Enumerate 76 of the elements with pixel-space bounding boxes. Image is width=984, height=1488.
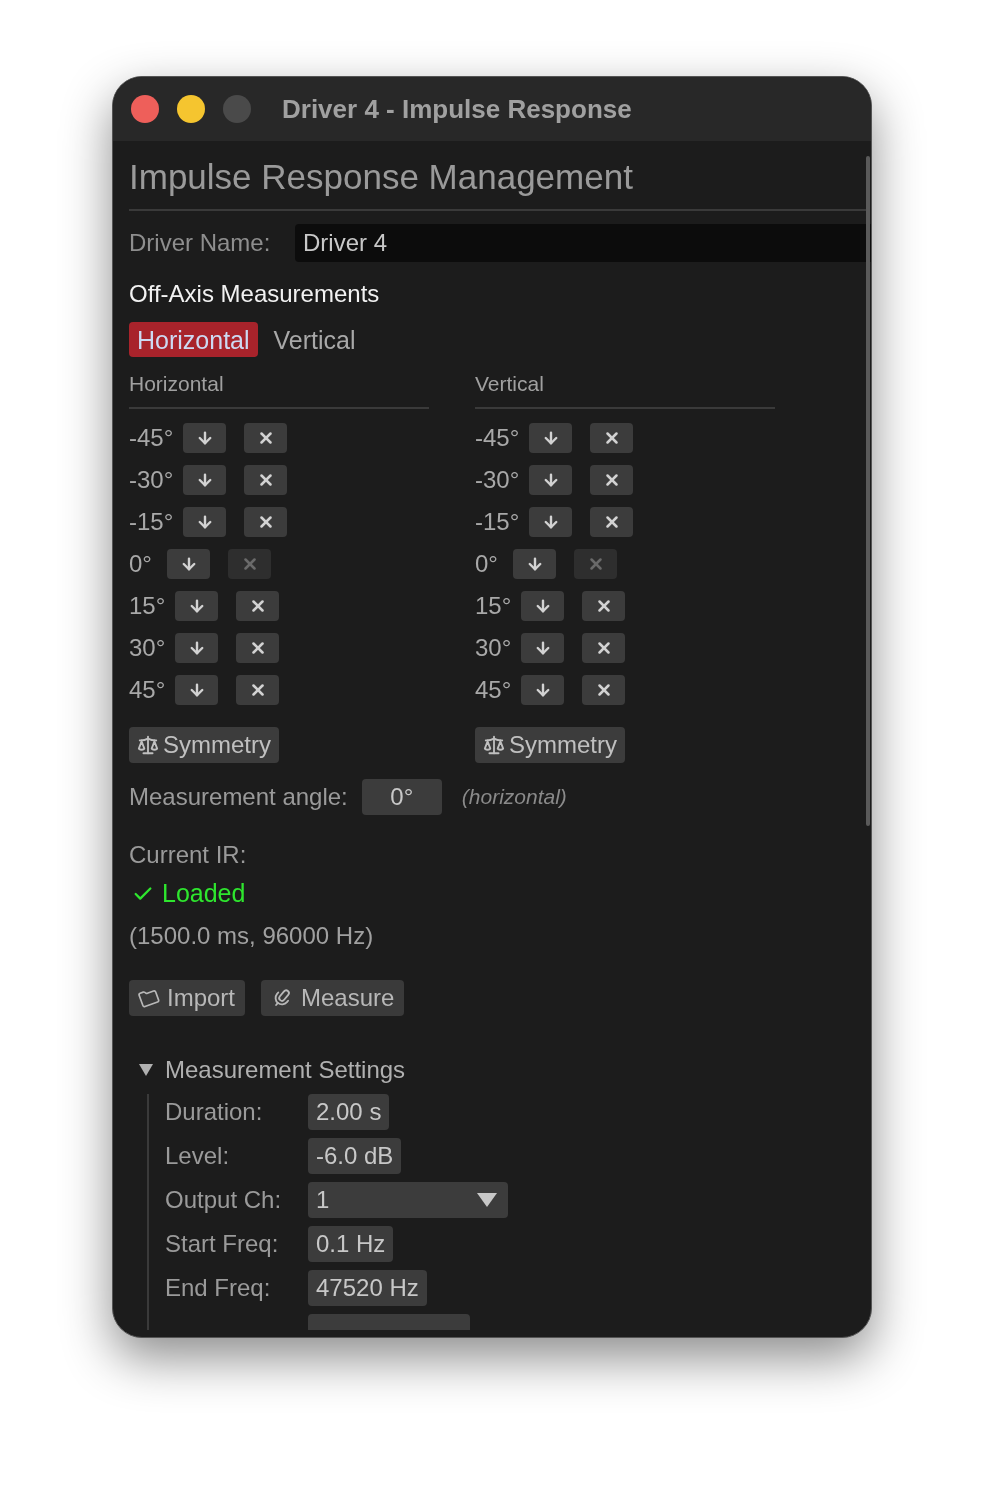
delete-button[interactable] — [590, 465, 634, 495]
dropdown-value: 1 — [316, 1185, 330, 1215]
field-label: Level: — [165, 1141, 231, 1171]
angle-label: -30° — [129, 465, 174, 495]
delete-button[interactable] — [244, 507, 288, 537]
import-button[interactable] — [529, 465, 573, 495]
delete-button[interactable] — [236, 675, 280, 705]
import-button[interactable] — [183, 423, 227, 453]
field-label: Start Freq: — [165, 1229, 280, 1259]
import-button[interactable] — [183, 465, 227, 495]
dropdown-arrow-icon — [477, 1193, 497, 1207]
window-title: Driver 4 - Impulse Response — [282, 92, 632, 126]
angle-label: 30° — [129, 633, 166, 663]
delete-button[interactable] — [236, 633, 280, 663]
field-label: Duration: — [165, 1097, 264, 1127]
import-button[interactable] — [521, 675, 565, 705]
angle-label: 0° — [129, 549, 153, 579]
status-text: Loaded — [162, 878, 246, 910]
angle-label: 45° — [129, 675, 166, 705]
delete-button[interactable] — [236, 591, 280, 621]
orientation-note: (horizontal) — [461, 784, 567, 811]
delete-button[interactable] — [590, 507, 634, 537]
symmetry-button[interactable]: Symmetry — [129, 727, 279, 763]
import-button[interactable] — [529, 423, 573, 453]
measure-button[interactable]: Measure — [261, 980, 405, 1016]
minimize-button[interactable] — [177, 95, 205, 123]
scale-icon — [483, 734, 505, 756]
output-channel-dropdown[interactable]: 1 — [308, 1182, 508, 1218]
scale-icon — [137, 734, 159, 756]
angle-label: -45° — [129, 423, 174, 453]
value-field[interactable]: 0.1 Hz — [308, 1226, 394, 1262]
import-button[interactable] — [521, 591, 565, 621]
settings-header[interactable]: Measurement Settings — [139, 1052, 406, 1088]
angle-label: 30° — [475, 633, 512, 663]
import-button[interactable] — [529, 507, 573, 537]
angle-label: 45° — [475, 675, 512, 705]
import-button[interactable] — [175, 633, 219, 663]
angle-label: -15° — [475, 507, 520, 537]
delete-button[interactable] — [582, 633, 626, 663]
import-button[interactable] — [183, 507, 227, 537]
page-heading: Impulse Response Management — [129, 156, 634, 198]
angle-label: -30° — [475, 465, 520, 495]
import-button[interactable]: Import — [129, 980, 245, 1016]
angle-label: -45° — [475, 423, 520, 453]
field-label: Output Ch: — [165, 1185, 283, 1215]
driver-name-field[interactable]: Driver 4 — [295, 224, 871, 262]
angle-label: 15° — [475, 591, 512, 621]
field-label: Driver Name: — [129, 228, 272, 258]
import-button[interactable] — [175, 591, 219, 621]
import-button[interactable] — [167, 549, 210, 579]
angle-label: 15° — [129, 591, 166, 621]
delete-button[interactable] — [582, 591, 626, 621]
angle-label: -15° — [129, 507, 174, 537]
value-field[interactable]: -6.0 dB — [308, 1138, 402, 1174]
delete-button[interactable] — [244, 465, 288, 495]
import-button[interactable] — [521, 633, 565, 663]
angle-label: 0° — [475, 549, 499, 579]
column-title: Horizontal — [129, 369, 429, 409]
section-title: Off-Axis Measurements — [129, 279, 381, 309]
tab[interactable]: Vertical — [265, 322, 364, 357]
column-title: Vertical — [475, 369, 775, 409]
delete-button[interactable] — [244, 423, 288, 453]
ir-details: (1500.0 ms, 96000 Hz) — [129, 921, 375, 951]
field-label: Measurement angle: — [129, 782, 348, 812]
value-field[interactable]: 2.00 s — [308, 1094, 390, 1130]
close-button[interactable] — [131, 95, 159, 123]
delete-button[interactable] — [582, 675, 626, 705]
tab[interactable]: Horizontal — [129, 322, 258, 357]
delete-button[interactable] — [590, 423, 634, 453]
value-field[interactable]: 47520 Hz — [308, 1270, 427, 1306]
field-label: Current IR: — [129, 840, 248, 870]
field-label: End Freq: — [165, 1273, 272, 1303]
import-button[interactable] — [513, 549, 556, 579]
symmetry-button[interactable]: Symmetry — [475, 727, 625, 763]
angle-field[interactable]: 0° — [361, 779, 442, 815]
import-button[interactable] — [175, 675, 219, 705]
